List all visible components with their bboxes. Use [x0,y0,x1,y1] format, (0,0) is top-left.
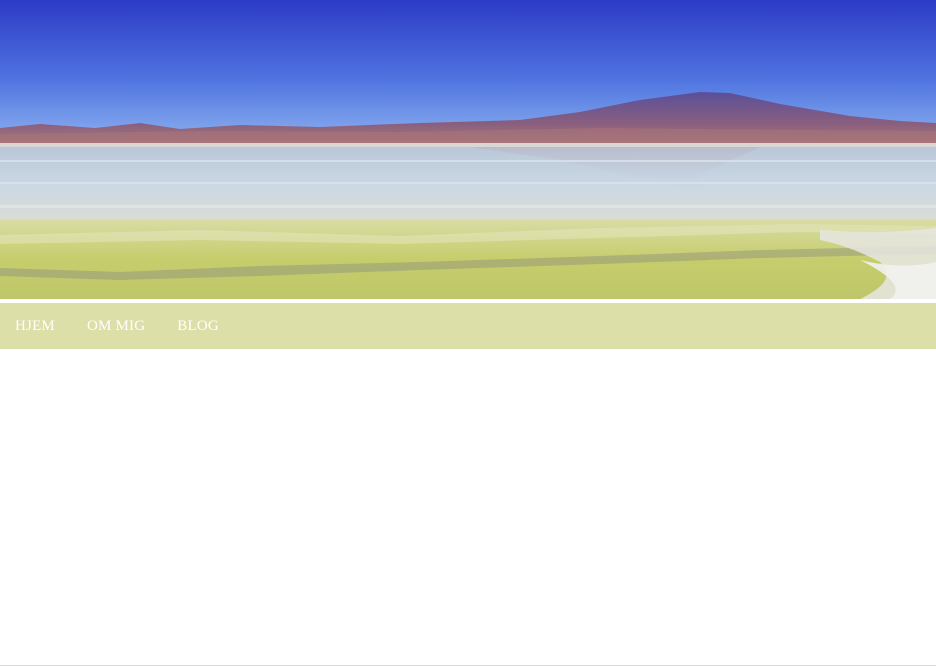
main-navigation: HJEM OM MIG BLOG [0,303,936,349]
landscape-illustration [0,0,936,299]
nav-item-hjem[interactable]: HJEM [15,303,55,349]
nav-item-om-mig[interactable]: OM MIG [87,303,145,349]
nav-item-blog[interactable]: BLOG [177,303,219,349]
header-landscape-image [0,0,936,299]
main-content-area [0,349,936,665]
